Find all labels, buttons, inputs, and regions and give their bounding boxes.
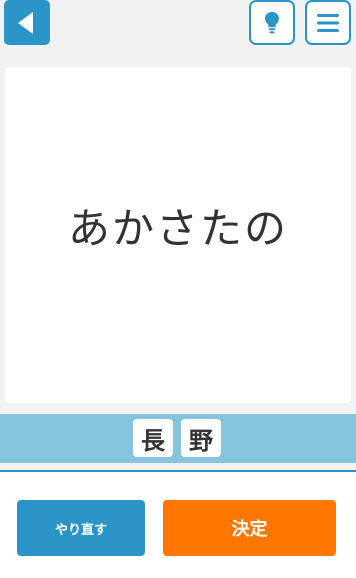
hint-button[interactable] — [249, 0, 295, 45]
handwritten-text: あかさたの — [67, 204, 288, 253]
candidate-button[interactable]: 長 — [133, 419, 173, 457]
handwriting-canvas[interactable]: あかさたの — [5, 67, 351, 403]
back-arrow-icon — [18, 11, 33, 34]
action-panel: やり直す 決定 — [0, 470, 356, 578]
menu-button[interactable] — [305, 0, 351, 45]
redo-button[interactable]: やり直す — [17, 500, 145, 556]
hamburger-menu-icon — [317, 13, 339, 32]
lightbulb-icon — [265, 11, 279, 33]
candidate-button[interactable]: 野 — [181, 419, 221, 457]
decide-button[interactable]: 決定 — [163, 500, 336, 556]
candidate-bar: 長 野 — [0, 414, 356, 463]
back-button[interactable] — [4, 0, 50, 45]
